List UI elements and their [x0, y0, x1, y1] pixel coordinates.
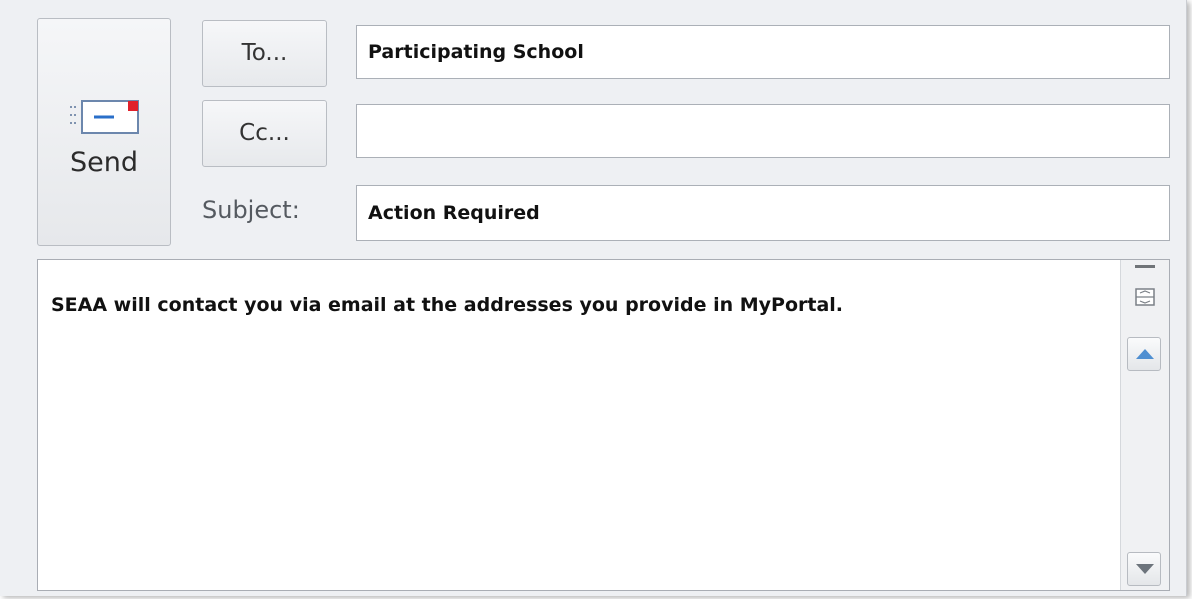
compose-window: Send To... Cc... Subject: SEAA will cont… [0, 0, 1187, 596]
split-view-icon[interactable] [1134, 286, 1156, 308]
vertical-scrollbar[interactable] [1120, 260, 1169, 590]
message-body[interactable]: SEAA will contact you via email at the a… [37, 259, 1170, 591]
envelope-send-icon [70, 100, 139, 134]
message-body-text: SEAA will contact you via email at the a… [51, 294, 844, 316]
subject-field[interactable] [356, 185, 1170, 241]
to-field[interactable] [356, 25, 1170, 79]
send-label: Send [69, 147, 138, 178]
arrow-up-icon [1136, 349, 1154, 359]
scroll-down-button[interactable] [1127, 552, 1161, 586]
cc-field[interactable] [356, 104, 1170, 158]
arrow-down-icon [1136, 564, 1154, 574]
scroll-up-button[interactable] [1127, 337, 1161, 371]
cc-button[interactable]: Cc... [202, 100, 327, 167]
subject-label: Subject: [202, 196, 300, 224]
to-button[interactable]: To... [202, 20, 327, 87]
scrollbar-grip [1135, 265, 1155, 268]
send-button[interactable]: Send [37, 18, 171, 246]
